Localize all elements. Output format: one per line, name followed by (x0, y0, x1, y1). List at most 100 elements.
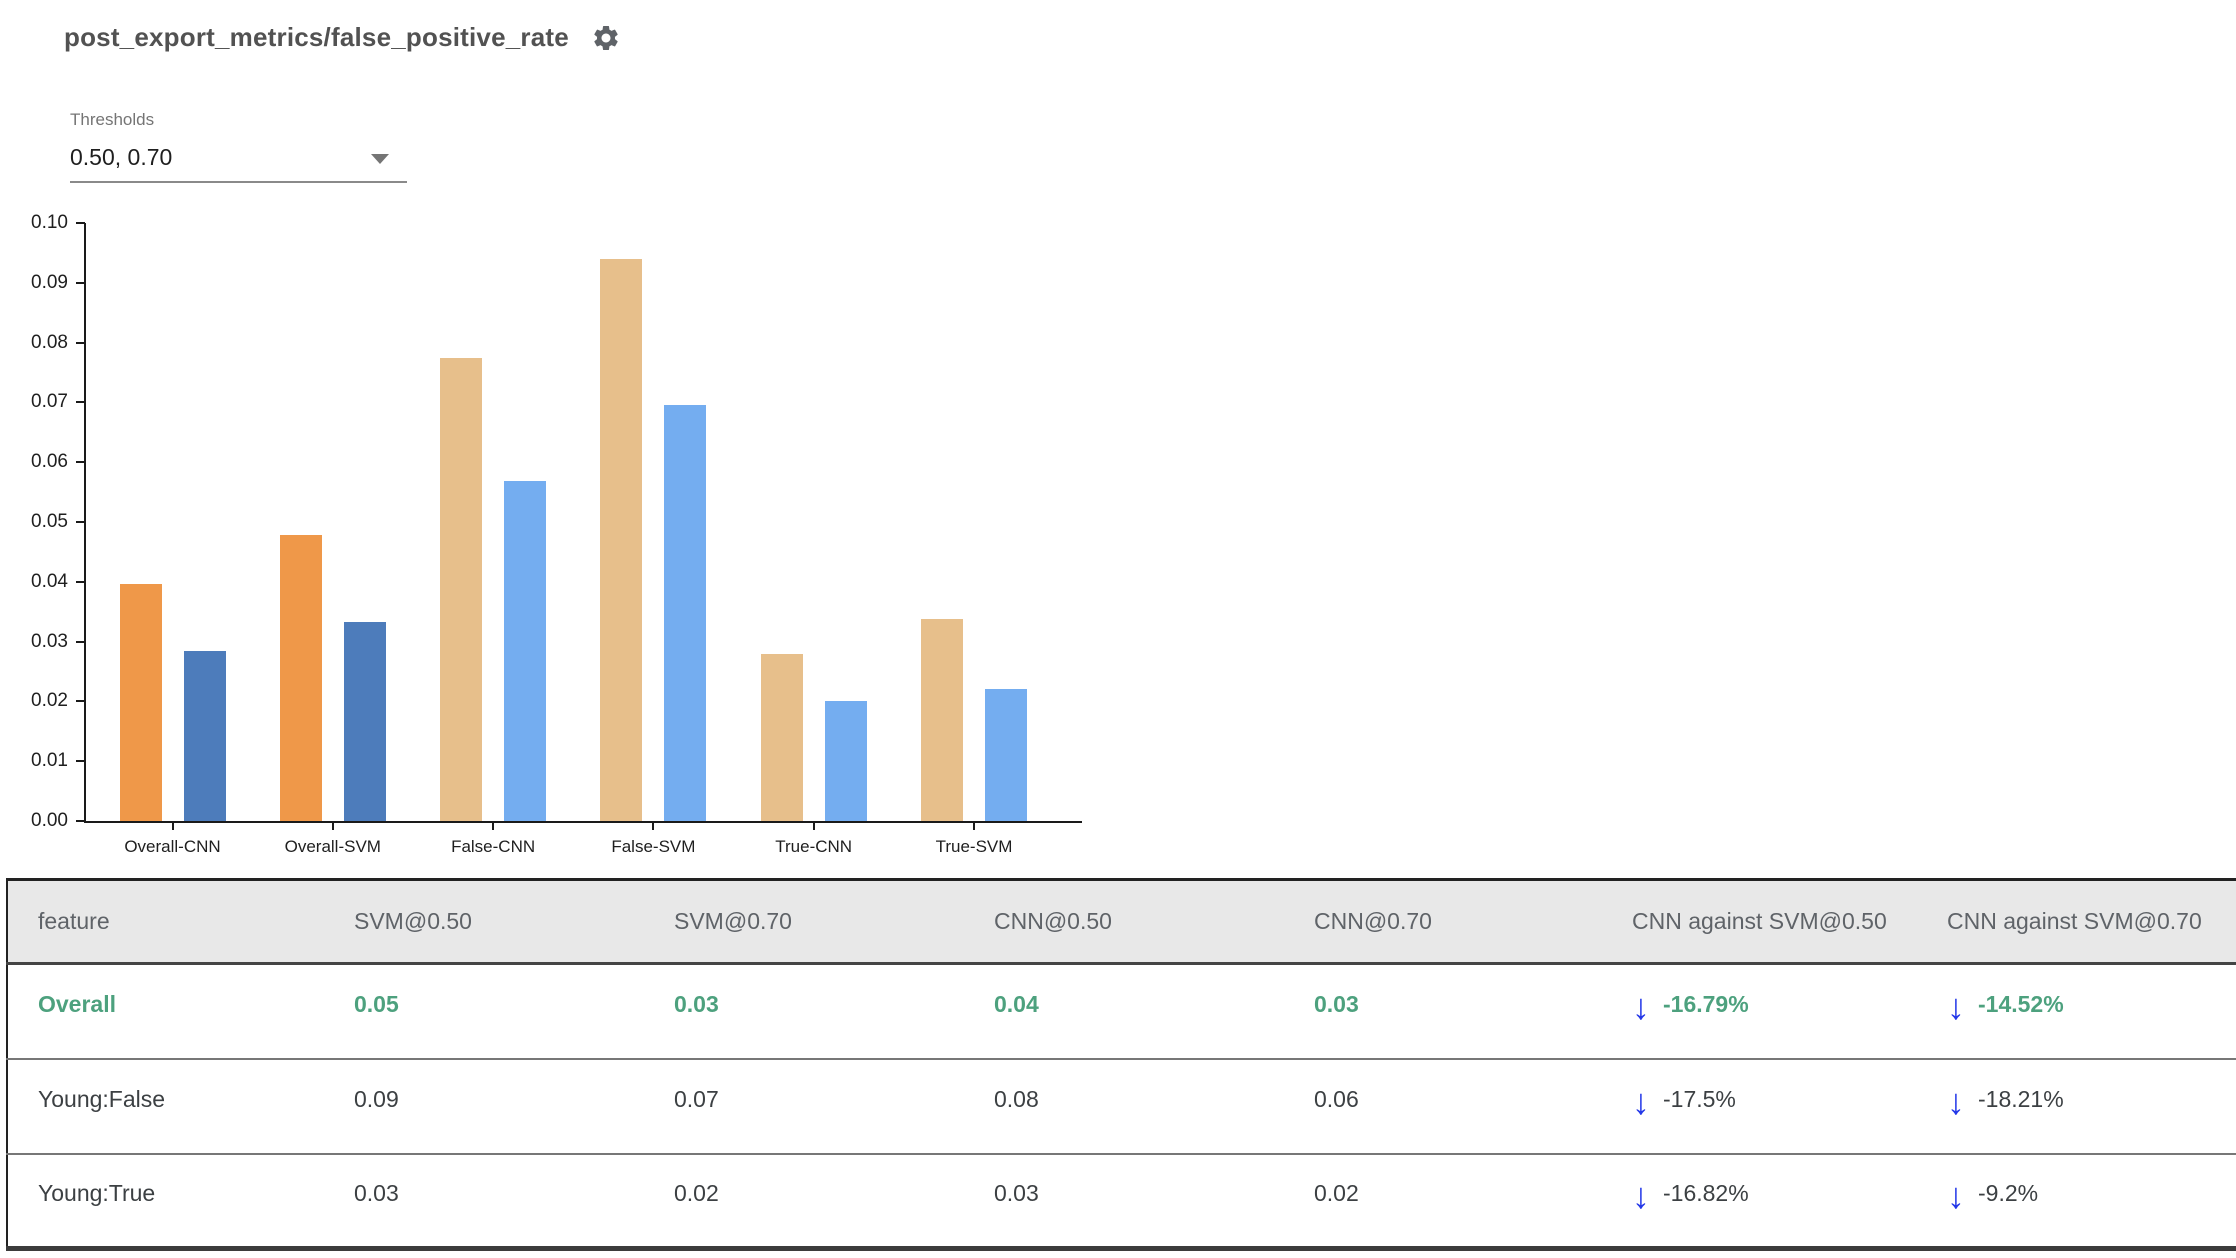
x-axis-category-label: False-SVM (611, 837, 696, 856)
column-header-1: SVM@0.50 (324, 879, 644, 965)
y-tick-label: 0.02 (31, 690, 68, 712)
y-tick-label: 0.10 (31, 212, 68, 233)
change-percent-label: -16.79% (1663, 990, 1749, 1017)
column-header-5: CNN against SVM@0.50 (1602, 879, 1917, 965)
y-tick-label: 0.00 (31, 810, 68, 831)
thresholds-value: 0.50, 0.70 (70, 144, 173, 170)
change-percent-label: -9.2% (1978, 1179, 2039, 1206)
thresholds-control: Thresholds 0.50, 0.70 (70, 110, 407, 183)
y-tick-label: 0.05 (31, 511, 68, 532)
thresholds-label: Thresholds (70, 110, 155, 129)
change-cell: ↓ -18.21% (1917, 1059, 2236, 1154)
y-tick-label: 0.09 (31, 271, 68, 293)
trend-down-arrow-icon: ↓ (1947, 1081, 1965, 1122)
table-row-young-true[interactable]: Young:True 0.03 0.02 0.03 0.02 ↓ -16.82% ↓ -9.2% (7, 1154, 2236, 1249)
gear-icon[interactable] (591, 23, 621, 53)
y-tick (76, 640, 85, 643)
panel-header: post_export_metrics/false_positive_rate (64, 22, 621, 53)
trend-down-arrow-icon: ↓ (1947, 1175, 1965, 1217)
bar-overall-svm-t070 (343, 622, 386, 821)
metric-value-cell: 0.03 (674, 990, 719, 1017)
metric-value-cell: 0.06 (1314, 1085, 1359, 1112)
bar-false-cnn-t070 (504, 481, 547, 821)
column-header-2: SVM@0.70 (644, 879, 964, 965)
bar-true-svm-t070 (985, 689, 1027, 821)
y-tick (76, 580, 85, 583)
trend-down-arrow-icon: ↓ (1632, 1175, 1650, 1217)
y-tick (76, 820, 85, 822)
change-percent-label: -16.82% (1663, 1179, 1749, 1206)
x-tick (331, 823, 334, 830)
feature-cell: Young:False (38, 1085, 166, 1112)
feature-cell: Overall (38, 990, 116, 1017)
y-tick-label: 0.03 (31, 630, 68, 652)
change-cell: ↓ -9.2% (1917, 1154, 2236, 1249)
table-header-row: feature SVM@0.50 SVM@0.70 CNN@0.50 CNN@0.70 C… (7, 879, 2236, 965)
y-tick (76, 521, 85, 523)
y-tick-label: 0.07 (31, 391, 68, 413)
x-tick (492, 823, 495, 830)
change-percent-label: -17.5% (1663, 1085, 1736, 1112)
change-percent-label: -18.21% (1978, 1085, 2064, 1112)
bar-false-svm-t050 (600, 259, 643, 821)
metric-value-cell: 0.02 (1314, 1179, 1359, 1206)
x-axis-category-label: Overall-CNN (124, 837, 221, 856)
y-tick (76, 461, 85, 464)
change-cell: ↓ -16.82% (1602, 1154, 1917, 1249)
bar-overall-svm-t050 (279, 535, 322, 821)
y-tick (76, 281, 85, 284)
trend-down-arrow-icon: ↓ (1632, 1081, 1650, 1122)
trend-down-arrow-icon: ↓ (1947, 986, 1965, 1028)
y-tick-label: 0.06 (31, 451, 68, 473)
x-axis-category-label: True-CNN (775, 837, 853, 856)
column-header-6: CNN against SVM@0.70 (1917, 879, 2236, 965)
metric-value-cell: 0.09 (354, 1085, 399, 1112)
x-tick (652, 823, 655, 830)
thresholds-dropdown[interactable]: 0.50, 0.70 (70, 140, 407, 183)
y-tick (76, 700, 85, 703)
page-title: post_export_metrics/false_positive_rate (64, 22, 569, 52)
change-percent-label: -14.52% (1978, 990, 2064, 1017)
bar-overall-cnn-t050 (119, 584, 162, 821)
trend-down-arrow-icon: ↓ (1632, 986, 1650, 1028)
y-tick-label: 0.01 (31, 750, 68, 772)
table-row-overall[interactable]: Overall 0.05 0.03 0.04 0.03 ↓ -16.79% ↓ -14.52% (7, 964, 2236, 1059)
bar-true-cnn-t050 (760, 654, 803, 821)
metric-value-cell: 0.03 (354, 1179, 399, 1206)
y-tick-label: 0.08 (31, 331, 68, 353)
x-axis-category-label: Overall-SVM (284, 837, 381, 856)
change-cell: ↓ -17.5% (1602, 1059, 1917, 1154)
metric-value-cell: 0.05 (354, 990, 399, 1017)
chevron-down-icon (371, 154, 389, 164)
bar-false-cnn-t050 (440, 358, 483, 821)
x-axis-category-label: True-SVM (935, 837, 1013, 856)
metric-value-cell: 0.08 (994, 1085, 1039, 1112)
column-header-3: CNN@0.50 (964, 879, 1284, 965)
metric-value-cell: 0.03 (994, 1179, 1039, 1206)
change-cell: ↓ -16.79% (1602, 964, 1917, 1059)
x-tick (812, 823, 815, 830)
x-axis-line (84, 821, 1082, 823)
y-tick (76, 401, 85, 404)
column-header-4: CNN@0.70 (1284, 879, 1602, 965)
x-tick (973, 823, 975, 830)
y-tick (76, 760, 85, 763)
bar-false-svm-t070 (664, 405, 707, 821)
bar-true-cnn-t070 (824, 701, 867, 821)
feature-cell: Young:True (38, 1179, 156, 1206)
metric-value-cell: 0.02 (674, 1179, 719, 1206)
metric-value-cell: 0.03 (1314, 990, 1359, 1017)
change-cell: ↓ -14.52% (1917, 964, 2236, 1059)
false-positive-rate-bar-chart: 0.10 0.09 0.08 0.07 0.06 0.05 0.04 0.03 0.02 0.01… (0, 200, 1120, 880)
bar-overall-cnn-t070 (183, 651, 226, 821)
x-tick (171, 823, 174, 830)
metric-value-cell: 0.04 (994, 990, 1039, 1017)
y-tick (76, 222, 85, 224)
y-tick-label: 0.04 (31, 570, 68, 592)
bar-true-svm-t050 (921, 619, 963, 821)
table-row-young-false[interactable]: Young:False 0.09 0.07 0.08 0.06 ↓ -17.5% ↓ -18.2… (7, 1059, 2236, 1154)
metric-value-cell: 0.07 (674, 1085, 719, 1112)
y-tick (76, 341, 85, 344)
metrics-table: feature SVM@0.50 SVM@0.70 CNN@0.50 CNN@0.70 C… (6, 878, 2236, 1251)
column-header-0: feature (7, 879, 324, 965)
